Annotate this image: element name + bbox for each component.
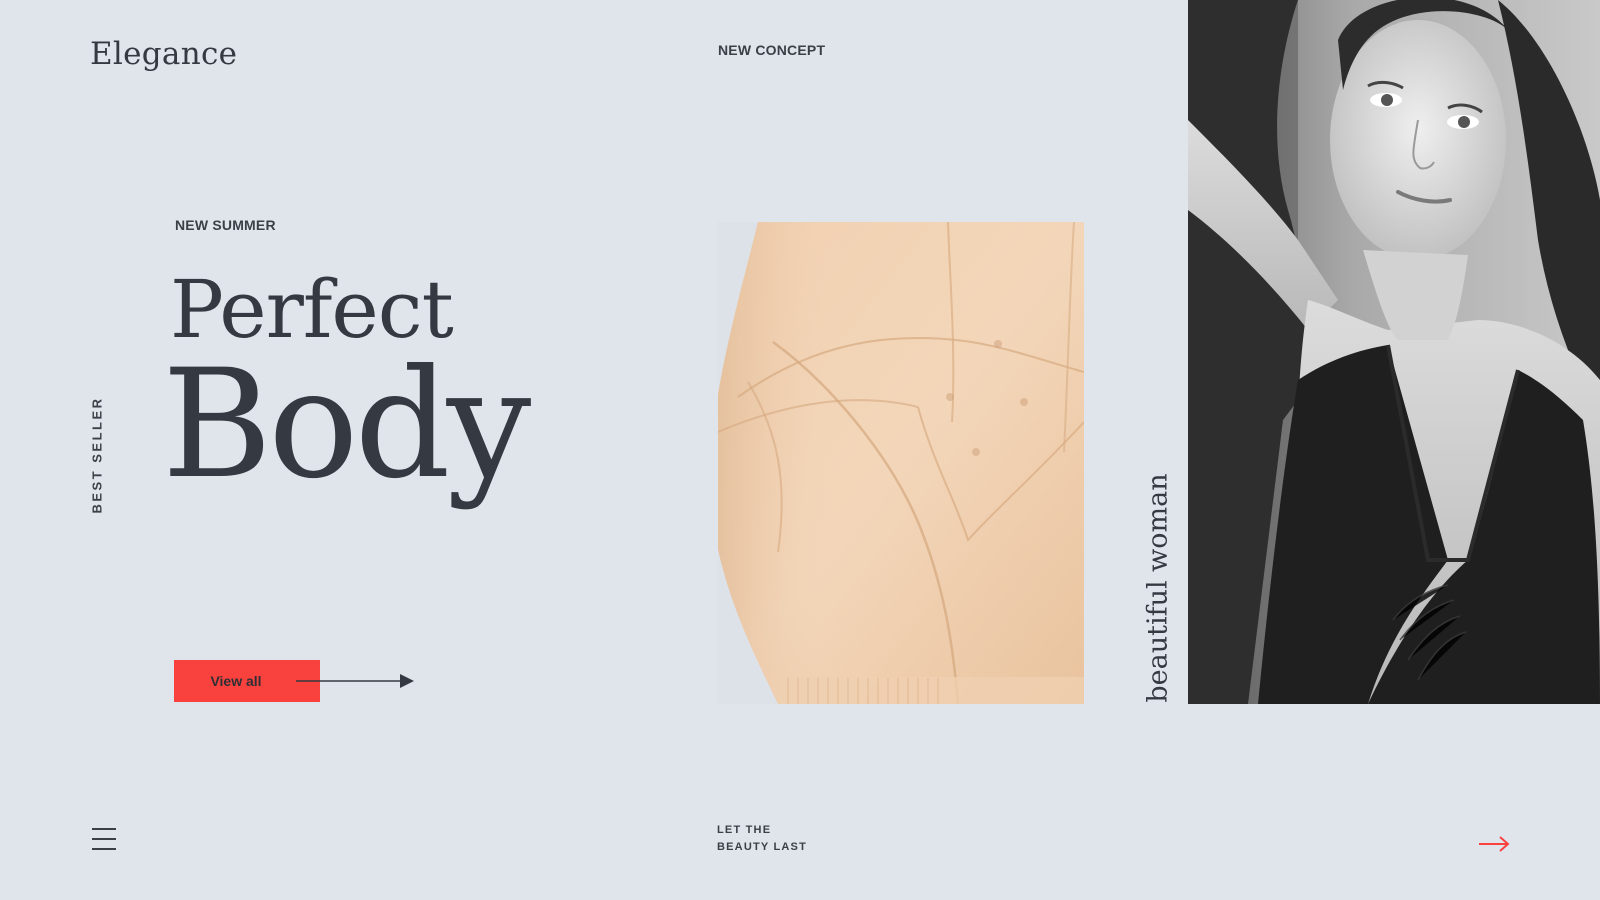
footer-tagline-line1: LET THE [717, 824, 772, 836]
hero-eyebrow: NEW SUMMER [175, 217, 276, 233]
new-concept-label: NEW CONCEPT [718, 42, 826, 58]
beautiful-woman-vertical-text: beautiful woman [1142, 473, 1174, 703]
shapewear-illustration [718, 222, 1084, 704]
footer-tagline: LET THE BEAUTY LAST [717, 822, 807, 856]
long-arrow-right-icon[interactable] [296, 671, 416, 691]
brand-logo[interactable]: Elegance [90, 36, 237, 72]
hamburger-menu-icon[interactable] [92, 828, 116, 850]
hero-headline-line2: Body [162, 338, 531, 512]
model-portrait-illustration [1188, 0, 1600, 704]
arrow-right-icon[interactable] [1478, 834, 1510, 854]
product-image-shapewear [718, 222, 1084, 704]
best-seller-vertical-label: BEST SELLER [89, 396, 105, 514]
footer-tagline-line2: BEAUTY LAST [717, 841, 808, 853]
model-photo [1188, 0, 1600, 704]
